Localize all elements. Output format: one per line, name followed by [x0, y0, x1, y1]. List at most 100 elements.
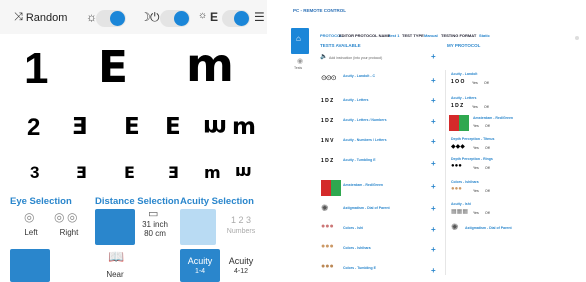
- test-name: Colors - Tumbling E: [343, 266, 376, 270]
- add-test-plus-icon[interactable]: +: [431, 246, 436, 254]
- eye-right-button[interactable]: ◎ ◎ Right: [52, 209, 86, 239]
- power-icon: ⏻: [150, 10, 160, 24]
- eye-icon: ◎: [54, 210, 65, 224]
- protocol-name-value[interactable]: test 1: [389, 33, 399, 38]
- protocol-item-name: Acuity - Ishi: [451, 202, 471, 206]
- random-button[interactable]: ⤨ Random: [14, 11, 67, 24]
- row-number: 3: [30, 163, 40, 182]
- test-item[interactable]: 1 D Z Acuity - Letters / Numbers: [321, 115, 429, 137]
- editor-tab[interactable]: EDITOR: [339, 33, 354, 38]
- mirror-toggle[interactable]: [222, 10, 250, 27]
- add-test-plus-icon[interactable]: +: [431, 226, 436, 234]
- distance-near-button[interactable]: 📖 Near: [95, 249, 135, 282]
- add-test-plus-icon[interactable]: +: [431, 118, 436, 126]
- on-label[interactable]: Yes: [472, 105, 478, 109]
- optotype-e-left[interactable]: E: [168, 163, 179, 182]
- off-label[interactable]: Off: [485, 146, 490, 150]
- optotype-e-left[interactable]: E: [76, 163, 87, 182]
- add-test-plus-icon[interactable]: +: [431, 138, 436, 146]
- eye-left-button[interactable]: ◎ Left: [14, 209, 48, 239]
- add-test-plus-icon[interactable]: +: [431, 77, 436, 85]
- test-item[interactable]: Amsterdam - Red/Green: [321, 180, 429, 202]
- menu-icon[interactable]: ☰: [254, 10, 265, 24]
- add-test-plus-icon[interactable]: +: [431, 267, 436, 275]
- eye-selection-title: Eye Selection: [10, 196, 72, 207]
- test-name: Acuity - Letters / Numbers: [343, 118, 387, 122]
- test-item[interactable]: 1 D Z Acuity - Letters: [321, 95, 429, 117]
- optotype-e[interactable]: E: [165, 114, 181, 140]
- off-label[interactable]: Off: [485, 211, 490, 215]
- acuity-blank-tile[interactable]: [180, 209, 216, 245]
- scroll-indicator-dot: [575, 36, 579, 40]
- add-test-plus-icon[interactable]: +: [431, 97, 436, 105]
- ishihara-thumb: ●●●: [451, 186, 462, 192]
- distance-far-selected[interactable]: [95, 209, 135, 245]
- protocol-item[interactable]: ✺ Astigmatism - Dial of Parent: [447, 222, 567, 244]
- protocol-item[interactable]: Colors - Ishihara ●●● Yes Off: [447, 178, 567, 200]
- test-item[interactable]: ✺ Astigmatism - Dial of Parent: [321, 203, 429, 225]
- acuity-numbers-button[interactable]: 1 2 3 Numbers: [221, 209, 261, 245]
- add-test-plus-icon[interactable]: +: [431, 205, 436, 213]
- speaker-icon: 🔈: [320, 54, 328, 60]
- optotype-m-down[interactable]: m: [235, 163, 252, 182]
- optotype-m[interactable]: m: [204, 163, 221, 182]
- test-item[interactable]: ●●● Colors - Ishihara: [321, 243, 429, 265]
- optotype-e-left[interactable]: E: [72, 114, 88, 140]
- on-label[interactable]: Yes: [473, 211, 479, 215]
- protocol-item[interactable]: Amsterdam - Red/Green Yes Off: [447, 113, 567, 135]
- ishihara-thumb: ●●●: [321, 243, 334, 250]
- off-label[interactable]: Off: [485, 166, 490, 170]
- off-label[interactable]: Off: [485, 189, 490, 193]
- brightness-toggle[interactable]: [96, 10, 126, 27]
- landolt-c-thumb: ⊙⊙⊙: [321, 75, 337, 82]
- protocol-item[interactable]: Acuity - Ishi ▦▦▦ Yes Off: [447, 200, 567, 222]
- tests-available-header: TESTS AVAILABLE: [320, 43, 361, 48]
- optotype-e[interactable]: E: [124, 163, 135, 182]
- chart-row-2: 2 E E E m m: [0, 108, 267, 143]
- night-mode-toggle[interactable]: [160, 10, 190, 27]
- app-root: ⤨ Random ☼ ☽ ⏻ ☼ E ☰ 1 E m 2 E E E m m 3…: [0, 0, 586, 282]
- on-label[interactable]: Yes: [473, 166, 479, 170]
- side-tab-tests[interactable]: ◉ Tests: [291, 57, 309, 77]
- optotype-e[interactable]: E: [124, 114, 140, 140]
- letters-thumb: 1 D Z: [451, 103, 464, 109]
- optotype-m[interactable]: m: [232, 114, 256, 140]
- test-type-value[interactable]: Manual: [424, 33, 438, 38]
- astigmatism-dial-thumb: ✺: [451, 222, 459, 232]
- protocol-item[interactable]: Depth Perception - Titmus ◆◆◆ Yes Off: [447, 135, 567, 157]
- optotype-m[interactable]: m: [186, 38, 234, 92]
- add-instruction-link[interactable]: Add instruction (into your protocol): [329, 56, 382, 60]
- on-label[interactable]: Yes: [473, 124, 479, 128]
- protocol-item[interactable]: Acuity - Landolt 1 O O Yes Off: [447, 70, 567, 92]
- test-item[interactable]: ●●● Colors - Tumbling E: [321, 263, 429, 282]
- test-item[interactable]: 1 D Z Acuity - Tumbling E: [321, 155, 429, 177]
- side-tab-protocol[interactable]: ⌂: [291, 28, 309, 54]
- test-item[interactable]: ●●● Colors - Ishi: [321, 223, 429, 245]
- add-test-plus-icon[interactable]: +: [431, 160, 436, 168]
- add-test-plus-icon[interactable]: +: [431, 183, 436, 191]
- optotype-e[interactable]: E: [98, 42, 128, 93]
- test-item[interactable]: ⊙⊙⊙ Acuity - Landolt - C: [321, 70, 429, 92]
- row-number: 2: [27, 114, 41, 141]
- astigmatism-dial-thumb: ✺: [321, 203, 329, 213]
- test-name: Colors - Ishihara: [343, 246, 371, 250]
- on-label[interactable]: Yes: [473, 146, 479, 150]
- testing-format-value[interactable]: Static: [479, 33, 490, 38]
- eye-left-label: Left: [24, 228, 38, 237]
- optotype-m-down[interactable]: m: [203, 114, 227, 140]
- off-label[interactable]: Off: [484, 81, 489, 85]
- on-label[interactable]: Yes: [473, 189, 479, 193]
- acuity-1-4-button[interactable]: Acuity 1-4: [180, 249, 220, 282]
- protocol-item[interactable]: Depth Perception - Rings ●●● Yes Off: [447, 155, 567, 177]
- off-label[interactable]: Off: [485, 124, 490, 128]
- acuity-4-12-button[interactable]: Acuity 4-12: [221, 249, 261, 282]
- off-label[interactable]: Off: [484, 105, 489, 109]
- remote-control-panel: PC - REMOTE CONTROL ⌂ ◉ Tests PROTOCOL E…: [283, 0, 586, 282]
- eye-both-button[interactable]: [10, 249, 50, 282]
- numbers-sublabel: Numbers: [226, 228, 256, 235]
- test-item[interactable]: 1 N V Acuity - Numbers / Letters: [321, 135, 429, 157]
- on-label[interactable]: Yes: [472, 81, 478, 85]
- distance-far-button[interactable]: ▭ 31 inch 80 cm: [134, 207, 176, 245]
- acuity-2-range: 4-12: [233, 268, 248, 275]
- add-instruction-plus-icon[interactable]: +: [431, 53, 436, 61]
